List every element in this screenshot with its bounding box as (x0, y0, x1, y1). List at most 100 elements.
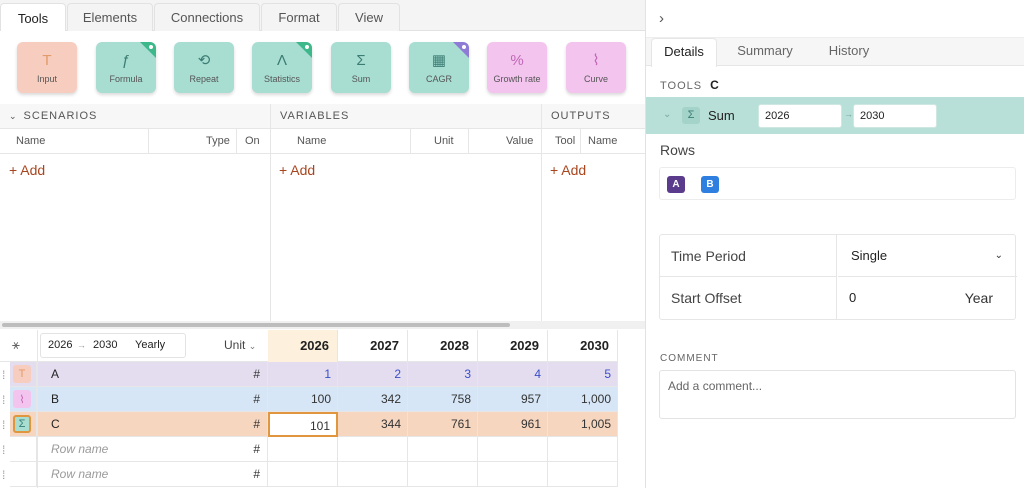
row-name-cell[interactable]: C # (37, 412, 268, 437)
row-name-cell[interactable]: A # (37, 362, 268, 387)
add-variable-button[interactable]: + Add (279, 162, 315, 178)
year-header[interactable]: 2027 (338, 330, 408, 362)
add-scenario-button[interactable]: + Add (9, 162, 45, 178)
tab-history[interactable]: History (814, 38, 884, 66)
value-cell[interactable]: 1 (268, 362, 338, 387)
start-offset-value[interactable]: 0 (849, 290, 856, 305)
period-select[interactable]: Yearly (135, 334, 165, 357)
rows-selector[interactable]: A B (659, 167, 1016, 200)
value-cell[interactable] (478, 462, 548, 487)
time-period-select[interactable]: Single ⌄ (838, 235, 1017, 277)
range-start[interactable]: 2026 (48, 334, 72, 357)
row-name-cell[interactable]: B # (37, 387, 268, 412)
value-cell[interactable] (268, 437, 338, 462)
value-cell[interactable]: 100 (268, 387, 338, 412)
tool-label: Formula (109, 74, 143, 84)
value-cell[interactable]: 3 (408, 362, 478, 387)
value-cell[interactable]: 758 (408, 387, 478, 412)
row-name-cell[interactable]: Row name # (37, 462, 268, 487)
tab-details[interactable]: Details (651, 38, 717, 67)
year-header[interactable]: 2029 (478, 330, 548, 362)
add-output-button[interactable]: + Add (550, 162, 586, 178)
tab-summary[interactable]: Summary (724, 38, 806, 66)
tool-label: Repeat (189, 74, 219, 84)
tab-connections[interactable]: Connections (154, 3, 260, 31)
value-cell[interactable]: 2 (338, 362, 408, 387)
panel-tabs: Details Summary History (646, 38, 1024, 67)
value-cell[interactable]: 1,005 (548, 412, 618, 437)
tool-curve-button[interactable]: ⌇ Curve (566, 42, 626, 93)
drag-handle-icon[interactable]: ⁞ (2, 394, 8, 406)
drag-handle-icon[interactable]: ⁞ (2, 469, 8, 481)
row-unit[interactable]: # (253, 462, 260, 486)
value-cell[interactable] (548, 437, 618, 462)
unit-column-header[interactable]: Unit ⌄ (224, 338, 256, 352)
tab-view[interactable]: View (338, 3, 400, 31)
value-cell[interactable] (268, 462, 338, 487)
value-cell[interactable]: 4 (478, 362, 548, 387)
year-header[interactable]: 2028 (408, 330, 478, 362)
row-name: B (51, 392, 60, 406)
value-cell[interactable] (408, 462, 478, 487)
value-cell[interactable]: 344 (338, 412, 408, 437)
value-cell[interactable]: 961 (478, 412, 548, 437)
horizontal-scrollbar[interactable] (0, 321, 645, 329)
row-chip-a[interactable]: A (667, 176, 685, 193)
tab-format[interactable]: Format (261, 3, 337, 31)
sum-type-icon[interactable]: Σ (13, 415, 31, 433)
outputs-title: OUTPUTS (551, 110, 611, 122)
scenarios-col-on: On (245, 135, 260, 147)
sum-end-input[interactable]: 2030 (853, 104, 937, 128)
tool-input-button[interactable]: T Input (17, 42, 77, 93)
value-cell[interactable]: 957 (478, 387, 548, 412)
tool-formula-button[interactable]: ƒ Formula (96, 42, 156, 93)
arrow-right-icon: → (77, 340, 86, 350)
tab-tools[interactable]: Tools (0, 3, 66, 32)
value-cell[interactable]: 342 (338, 387, 408, 412)
year-header[interactable]: 2026 (268, 330, 338, 362)
section-divider (541, 104, 542, 324)
scenarios-header[interactable]: ⌄ SCENARIOS (0, 104, 270, 128)
value-cell[interactable] (338, 437, 408, 462)
range-end[interactable]: 2030 (93, 334, 117, 357)
panel-top: › (646, 0, 1024, 38)
asterisk-icon[interactable]: ⚹ (12, 337, 20, 353)
value-cell[interactable] (338, 462, 408, 487)
tool-sum-button[interactable]: Σ Sum (331, 42, 391, 93)
value-cell[interactable] (478, 437, 548, 462)
input-type-icon[interactable]: T (13, 365, 31, 383)
comment-input[interactable]: Add a comment... (659, 370, 1016, 419)
chevron-down-icon[interactable]: ⌄ (663, 109, 671, 120)
row-chip-b[interactable]: B (701, 176, 719, 193)
year-header[interactable]: 2030 (548, 330, 618, 362)
tool-growth-rate-button[interactable]: % Growth rate (487, 42, 547, 93)
row-unit[interactable]: # (253, 387, 260, 411)
tool-repeat-button[interactable]: ⟲ Repeat (174, 42, 234, 93)
tool-cagr-button[interactable]: ▦ CAGR (409, 42, 469, 93)
tool-label: Curve (583, 74, 608, 84)
sum-start-input[interactable]: 2026 (758, 104, 842, 128)
value-cell[interactable]: 5 (548, 362, 618, 387)
value-cell[interactable] (408, 437, 478, 462)
tool-statistics-button[interactable]: Λ Statistics (252, 42, 312, 93)
range-selector[interactable]: 2026 → 2030 Yearly (40, 333, 186, 358)
value-cell[interactable]: 761 (408, 412, 478, 437)
value-cell[interactable]: 1,000 (548, 387, 618, 412)
scrollbar-thumb[interactable] (2, 323, 510, 327)
row-unit[interactable]: # (253, 412, 260, 436)
tab-elements[interactable]: Elements (67, 3, 153, 31)
curve-type-icon[interactable]: ⌇ (13, 390, 31, 408)
value-cell[interactable] (548, 462, 618, 487)
row-name-cell[interactable]: Row name # (37, 437, 268, 462)
chevron-right-icon[interactable]: › (659, 10, 664, 27)
start-offset-input[interactable]: 0 Year (838, 277, 1017, 319)
row-unit[interactable]: # (253, 437, 260, 461)
value-cell[interactable]: 101 (268, 412, 338, 437)
row-unit[interactable]: # (253, 362, 260, 386)
tool-curve-icon: ⌇ (592, 52, 600, 69)
divider (410, 129, 411, 153)
drag-handle-icon[interactable]: ⁞ (2, 444, 8, 456)
sum-tool-row[interactable]: ⌄ Σ Sum 2026 → 2030 (646, 97, 1024, 134)
drag-handle-icon[interactable]: ⁞ (2, 419, 8, 431)
drag-handle-icon[interactable]: ⁞ (2, 369, 8, 381)
